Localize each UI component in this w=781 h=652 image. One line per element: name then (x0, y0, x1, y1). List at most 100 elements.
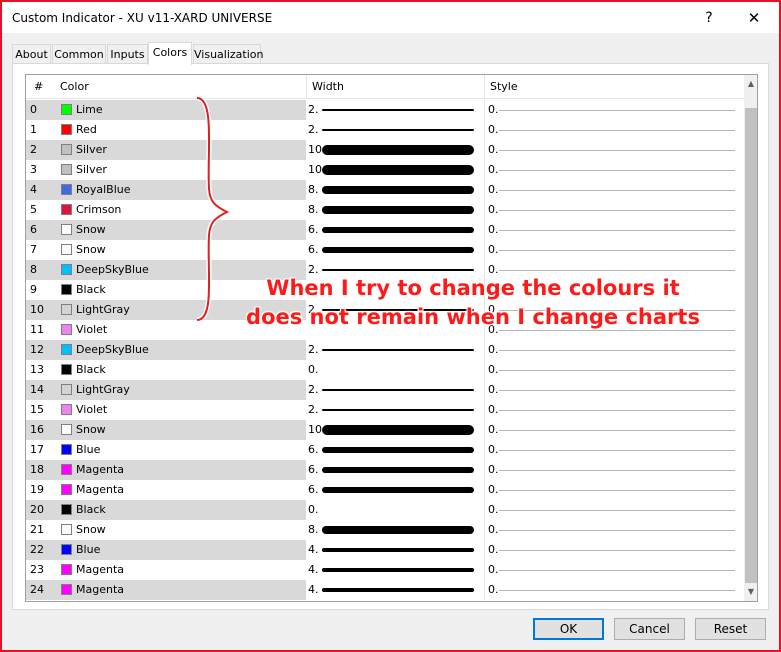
table-row[interactable]: 6 Snow 6. 0. (26, 220, 744, 240)
width-cell[interactable]: 10. (306, 160, 484, 180)
color-cell[interactable]: Magenta (58, 560, 306, 580)
color-cell[interactable]: Red (58, 120, 306, 140)
width-cell[interactable]: 6. (306, 240, 484, 260)
width-cell[interactable]: 2. (306, 400, 484, 420)
color-cell[interactable]: RoyalBlue (58, 180, 306, 200)
table-row[interactable]: 14 LightGray 2. 0. (26, 380, 744, 400)
width-cell[interactable]: 4. (306, 560, 484, 580)
style-cell[interactable]: 0. (485, 100, 744, 120)
style-cell[interactable]: 0. (485, 200, 744, 220)
width-cell[interactable]: 4. (306, 540, 484, 560)
width-cell[interactable]: 10. (306, 420, 484, 440)
table-row[interactable]: 19 Magenta 6. 0. (26, 480, 744, 500)
close-button[interactable]: ✕ (739, 6, 769, 30)
table-row[interactable]: 0 Lime 2. 0. (26, 100, 744, 120)
column-header-color[interactable]: Color (52, 75, 89, 99)
table-row[interactable]: 2 Silver 10. 0. (26, 140, 744, 160)
color-cell[interactable]: Lime (58, 100, 306, 120)
table-row[interactable]: 13 Black 0. 0. (26, 360, 744, 380)
cancel-button[interactable]: Cancel (614, 618, 685, 640)
color-cell[interactable]: Violet (58, 400, 306, 420)
style-cell[interactable]: 0. (485, 580, 744, 600)
table-row[interactable]: 12 DeepSkyBlue 2. 0. (26, 340, 744, 360)
color-cell[interactable]: Magenta (58, 480, 306, 500)
width-cell[interactable]: 8. (306, 520, 484, 540)
table-row[interactable]: 3 Silver 10. 0. (26, 160, 744, 180)
table-row[interactable]: 21 Snow 8. 0. (26, 520, 744, 540)
width-cell[interactable]: 10. (306, 140, 484, 160)
table-row[interactable]: 5 Crimson 8. 0. (26, 200, 744, 220)
color-cell[interactable]: LightGray (58, 380, 306, 400)
width-cell[interactable]: 0. (306, 500, 484, 520)
color-cell[interactable]: Snow (58, 520, 306, 540)
tab-about[interactable]: About (12, 44, 51, 64)
column-header-num[interactable]: # (26, 75, 43, 99)
vertical-scrollbar[interactable]: ▲ ▼ (744, 75, 757, 601)
scroll-thumb[interactable] (745, 108, 757, 583)
color-cell[interactable]: Silver (58, 160, 306, 180)
style-cell[interactable]: 0. (485, 480, 744, 500)
help-button[interactable]: ? (694, 6, 724, 30)
style-cell[interactable]: 0. (485, 220, 744, 240)
color-cell[interactable]: Black (58, 360, 306, 380)
table-row[interactable]: 24 Magenta 4. 0. (26, 580, 744, 600)
tab-visualization[interactable]: Visualization (193, 44, 263, 64)
table-row[interactable]: 4 RoyalBlue 8. 0. (26, 180, 744, 200)
style-cell[interactable]: 0. (485, 160, 744, 180)
style-cell[interactable]: 0. (485, 240, 744, 260)
table-row[interactable]: 15 Violet 2. 0. (26, 400, 744, 420)
color-cell[interactable]: Snow (58, 240, 306, 260)
width-cell[interactable]: 8. (306, 180, 484, 200)
color-cell[interactable]: Black (58, 500, 306, 520)
style-cell[interactable]: 0. (485, 120, 744, 140)
table-row[interactable]: 1 Red 2. 0. (26, 120, 744, 140)
style-cell[interactable]: 0. (485, 520, 744, 540)
style-cell[interactable]: 0. (485, 560, 744, 580)
color-cell[interactable]: Crimson (58, 200, 306, 220)
style-cell[interactable]: 0. (485, 180, 744, 200)
width-cell[interactable]: 2. (306, 380, 484, 400)
tab-inputs[interactable]: Inputs (107, 44, 148, 64)
tab-colors[interactable]: Colors (148, 42, 192, 65)
width-cell[interactable]: 6. (306, 460, 484, 480)
ok-button[interactable]: OK (533, 618, 604, 640)
color-cell[interactable]: DeepSkyBlue (58, 340, 306, 360)
table-row[interactable]: 22 Blue 4. 0. (26, 540, 744, 560)
table-row[interactable]: 17 Blue 6. 0. (26, 440, 744, 460)
table-row[interactable]: 16 Snow 10. 0. (26, 420, 744, 440)
color-cell[interactable]: Snow (58, 220, 306, 240)
style-cell[interactable]: 0. (485, 500, 744, 520)
style-cell[interactable]: 0. (485, 140, 744, 160)
table-row[interactable]: 23 Magenta 4. 0. (26, 560, 744, 580)
table-row[interactable]: 18 Magenta 6. 0. (26, 460, 744, 480)
color-cell[interactable]: Snow (58, 420, 306, 440)
color-cell[interactable]: Silver (58, 140, 306, 160)
width-cell[interactable]: 4. (306, 580, 484, 600)
color-cell[interactable]: Blue (58, 440, 306, 460)
color-cell[interactable]: Magenta (58, 580, 306, 600)
style-cell[interactable]: 0. (485, 460, 744, 480)
width-cell[interactable]: 2. (306, 100, 484, 120)
width-cell[interactable]: 6. (306, 480, 484, 500)
table-row[interactable]: 7 Snow 6. 0. (26, 240, 744, 260)
column-header-style[interactable]: Style (482, 75, 518, 99)
scroll-up-arrow-icon[interactable]: ▲ (744, 77, 757, 91)
tab-common[interactable]: Common (52, 44, 106, 64)
style-cell[interactable]: 0. (485, 420, 744, 440)
color-cell[interactable]: Blue (58, 540, 306, 560)
color-cell[interactable]: Magenta (58, 460, 306, 480)
width-cell[interactable]: 6. (306, 220, 484, 240)
style-cell[interactable]: 0. (485, 440, 744, 460)
style-cell[interactable]: 0. (485, 400, 744, 420)
width-cell[interactable]: 6. (306, 440, 484, 460)
style-cell[interactable]: 0. (485, 380, 744, 400)
width-cell[interactable]: 8. (306, 200, 484, 220)
width-cell[interactable]: 2. (306, 340, 484, 360)
reset-button[interactable]: Reset (695, 618, 766, 640)
width-cell[interactable]: 2. (306, 120, 484, 140)
scroll-down-arrow-icon[interactable]: ▼ (744, 585, 757, 599)
table-row[interactable]: 20 Black 0. 0. (26, 500, 744, 520)
style-cell[interactable]: 0. (485, 360, 744, 380)
width-cell[interactable]: 0. (306, 360, 484, 380)
style-cell[interactable]: 0. (485, 540, 744, 560)
